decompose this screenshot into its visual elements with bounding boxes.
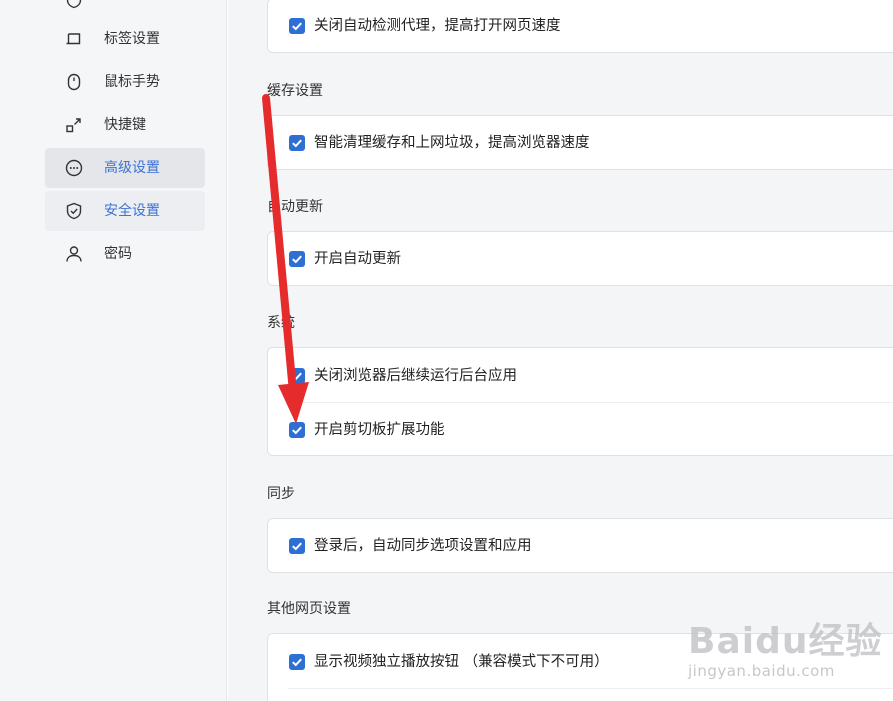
section-title-sync: 同步 [267, 486, 295, 502]
section-title-system: 系统 [267, 315, 295, 331]
section-title-web: 其他网页设置 [267, 601, 351, 617]
checkbox[interactable] [289, 538, 305, 554]
settings-card-update: 开启自动更新 [267, 231, 893, 286]
option-row[interactable]: 开启剪切板扩展功能 [268, 403, 893, 457]
mouse-icon [67, 73, 81, 91]
user-icon [66, 246, 82, 262]
option-label: 关闭浏览器后继续运行后台应用 [314, 368, 517, 384]
sidebar-item-shortcuts[interactable]: 快捷键 [45, 105, 205, 145]
section-title-cache: 缓存设置 [267, 83, 323, 99]
section-title-update: 自动更新 [267, 199, 323, 215]
check-icon [292, 658, 302, 667]
option-label: 显示视频独立播放按钮 （兼容模式下不可用） [314, 654, 609, 670]
checkbox[interactable] [289, 368, 305, 384]
settings-card-sync: 登录后，自动同步选项设置和应用 [267, 518, 893, 573]
check-icon [292, 22, 302, 31]
more-icon [65, 159, 83, 177]
checkbox[interactable] [289, 135, 305, 151]
sidebar-item-label: 高级设置 [104, 160, 160, 176]
sidebar-item-label: 鼠标手势 [104, 74, 160, 90]
option-row[interactable]: 智能清理缓存和上网垃圾，提高浏览器速度 [268, 116, 893, 170]
sidebar-item-label: 安全设置 [104, 203, 160, 219]
option-label: 登录后，自动同步选项设置和应用 [314, 538, 532, 554]
check-icon [292, 426, 302, 435]
sidebar-item-advanced[interactable]: 高级设置 [45, 148, 205, 188]
shortcut-icon [66, 118, 81, 133]
checkbox[interactable] [289, 654, 305, 670]
settings-sidebar: 标签设置 鼠标手势 快捷键 高级设置 安全设置 密码 [0, 0, 227, 701]
sidebar-item-passwords[interactable]: 密码 [45, 234, 205, 274]
settings-card-cache: 智能清理缓存和上网垃圾，提高浏览器速度 [267, 115, 893, 170]
option-label: 开启剪切板扩展功能 [314, 422, 445, 438]
check-icon [292, 372, 302, 381]
option-row[interactable]: 关闭自动检测代理，提高打开网页速度 [268, 0, 893, 53]
sidebar-item-label: 密码 [104, 246, 132, 262]
settings-card-system: 关闭浏览器后继续运行后台应用 开启剪切板扩展功能 [267, 347, 893, 456]
option-label: 智能清理缓存和上网垃圾，提高浏览器速度 [314, 135, 590, 151]
sidebar-item-label: 标签设置 [104, 31, 160, 47]
option-label: 关闭自动检测代理，提高打开网页速度 [314, 18, 561, 34]
check-icon [292, 542, 302, 551]
option-row[interactable]: 登录后，自动同步选项设置和应用 [268, 519, 893, 573]
option-row[interactable]: 开启自动更新 [268, 232, 893, 286]
checkbox[interactable] [289, 422, 305, 438]
option-row[interactable]: 关闭浏览器后继续运行后台应用 [268, 349, 893, 403]
option-label: 开启自动更新 [314, 251, 401, 267]
sidebar-item-mouse-gestures[interactable]: 鼠标手势 [45, 62, 205, 102]
checkbox[interactable] [289, 251, 305, 267]
sidebar-item-tabs[interactable]: 标签设置 [45, 19, 205, 59]
shield-icon [66, 0, 82, 9]
settings-card-web: 显示视频独立播放按钮 （兼容模式下不可用） [267, 633, 893, 701]
tab-icon [66, 33, 81, 45]
sidebar-item-general[interactable] [45, 0, 205, 20]
divider [288, 688, 893, 689]
option-row[interactable]: 显示视频独立播放按钮 （兼容模式下不可用） [268, 635, 893, 689]
settings-card-proxy: 关闭自动检测代理，提高打开网页速度 [267, 0, 893, 53]
check-icon [292, 139, 302, 148]
sidebar-item-label: 快捷键 [104, 117, 146, 133]
shield-check-icon [66, 202, 82, 220]
checkbox[interactable] [289, 18, 305, 34]
check-icon [292, 255, 302, 264]
sidebar-item-security[interactable]: 安全设置 [45, 191, 205, 231]
